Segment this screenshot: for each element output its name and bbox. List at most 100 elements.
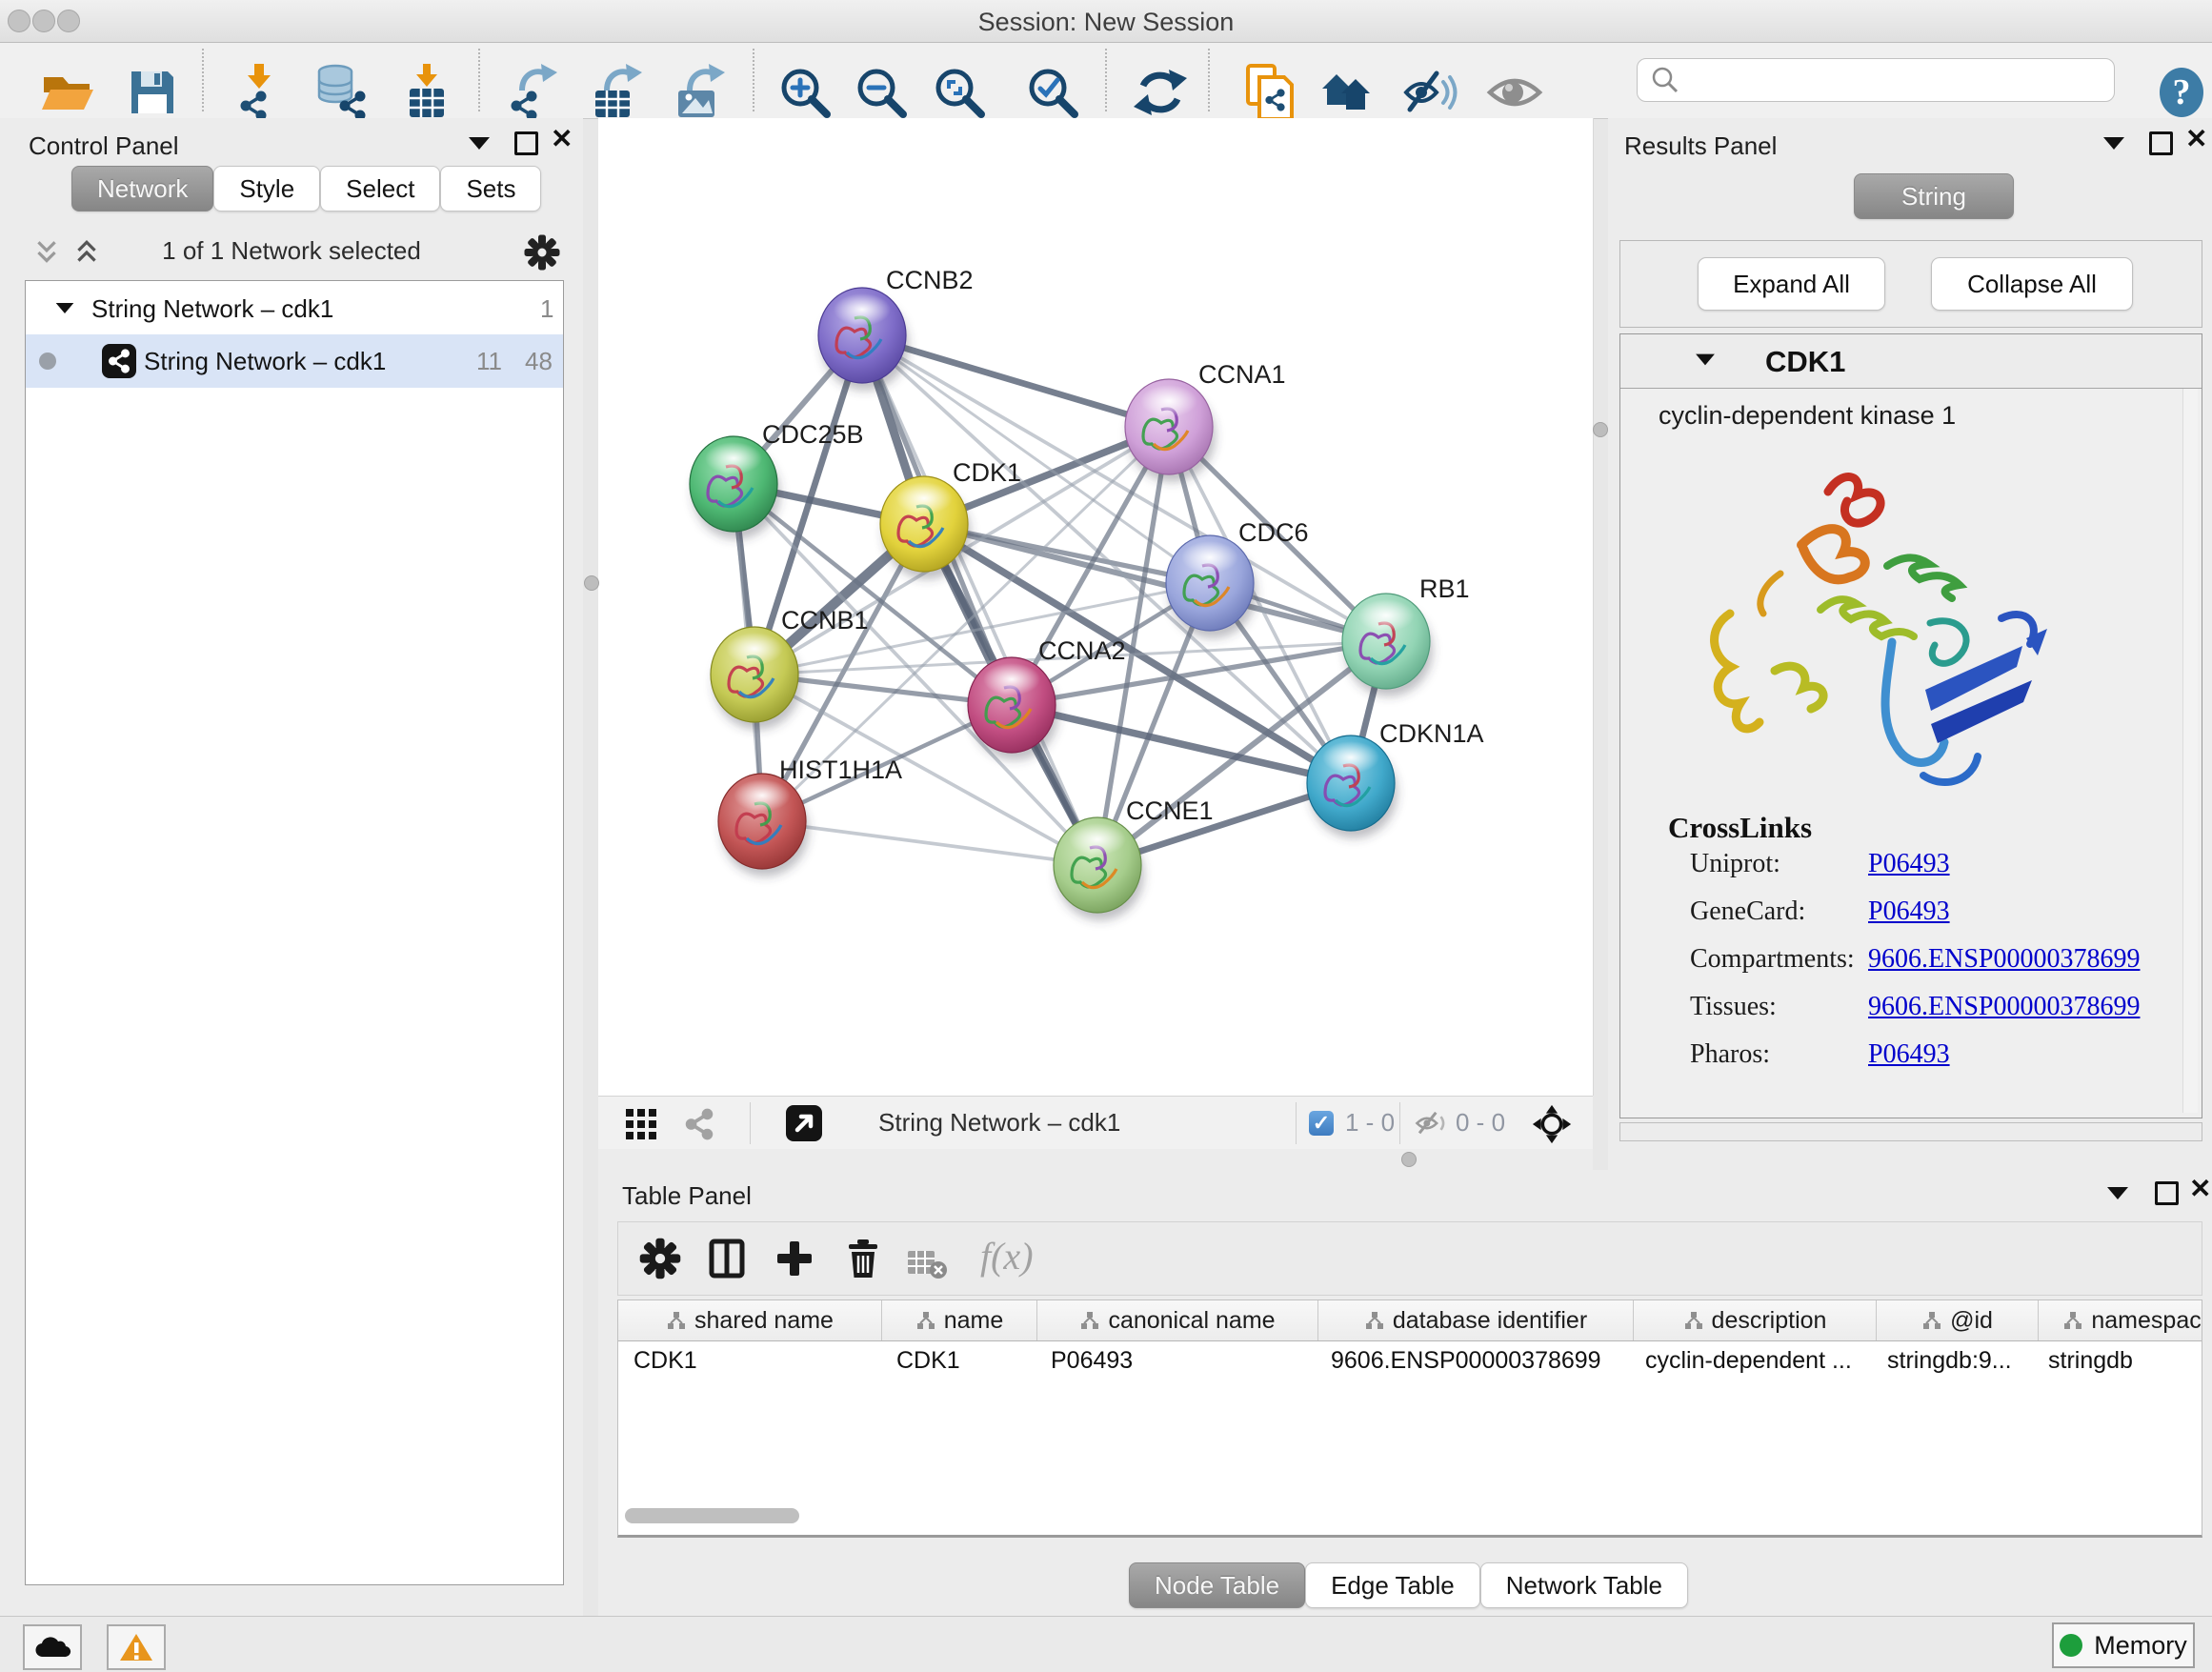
fit-selected-crosshair-icon[interactable] bbox=[1532, 1104, 1572, 1144]
section-collapse-icon[interactable] bbox=[1696, 354, 1715, 366]
network-row-selected[interactable]: String Network – cdk1 11 48 bbox=[26, 334, 563, 388]
tab-sets[interactable]: Sets bbox=[440, 166, 541, 212]
table-cell[interactable]: stringdb bbox=[2033, 1341, 2202, 1380]
table-options-gear-icon[interactable] bbox=[639, 1238, 681, 1279]
control-panel-float-icon[interactable] bbox=[514, 131, 538, 155]
delete-table-icon[interactable] bbox=[906, 1243, 948, 1285]
network-edge[interactable] bbox=[862, 335, 1097, 865]
network-single-view-icon[interactable] bbox=[681, 1106, 717, 1142]
crosslink-link[interactable]: P06493 bbox=[1868, 1039, 1950, 1070]
network-edge[interactable] bbox=[762, 821, 1097, 865]
zoom-in-icon[interactable] bbox=[774, 62, 835, 123]
export-network-icon[interactable] bbox=[499, 62, 560, 123]
crosslink-link[interactable]: 9606.ENSP00000378699 bbox=[1868, 944, 2140, 975]
graphics-details-eye-icon[interactable] bbox=[1484, 62, 1545, 123]
network-canvas[interactable]: CCNB2CCNA1CDC25BCDK1CDC6RB1CCNB1CCNA2CDK… bbox=[598, 118, 1594, 1096]
network-graph[interactable]: CCNB2CCNA1CDC25BCDK1CDC6RB1CCNB1CCNA2CDK… bbox=[598, 118, 1593, 1096]
import-table-icon[interactable] bbox=[396, 62, 457, 123]
cdk1-section-header[interactable]: CDK1 bbox=[1620, 334, 2202, 389]
horizontal-splitter[interactable] bbox=[598, 1149, 1593, 1170]
show-columns-icon[interactable] bbox=[706, 1238, 748, 1279]
table-row[interactable]: CDK1CDK1P064939606.ENSP00000378699cyclin… bbox=[618, 1341, 2202, 1380]
column-header-name[interactable]: name bbox=[882, 1300, 1037, 1340]
tab-network-table[interactable]: Network Table bbox=[1480, 1562, 1688, 1608]
duplicate-network-icon[interactable] bbox=[1237, 62, 1297, 123]
results-panel-menu-icon[interactable] bbox=[2103, 137, 2124, 150]
memory-button[interactable]: Memory bbox=[2052, 1622, 2195, 1668]
create-column-plus-icon[interactable] bbox=[774, 1238, 815, 1279]
network-edge[interactable] bbox=[924, 524, 1386, 641]
network-node-CDKN1A[interactable] bbox=[1307, 735, 1398, 838]
tab-select[interactable]: Select bbox=[320, 166, 440, 212]
control-panel-close-icon[interactable]: ✕ bbox=[551, 130, 573, 149]
cloud-status-button[interactable] bbox=[23, 1624, 82, 1670]
zoom-selected-icon[interactable] bbox=[1022, 62, 1083, 123]
column-header-description[interactable]: description bbox=[1634, 1300, 1877, 1340]
export-table-icon[interactable] bbox=[584, 62, 645, 123]
zoom-out-icon[interactable] bbox=[851, 62, 912, 123]
table-cell[interactable]: cyclin-dependent ... bbox=[1630, 1341, 1872, 1380]
tab-style[interactable]: Style bbox=[213, 166, 320, 212]
column-header-canonical-name[interactable]: canonical name bbox=[1037, 1300, 1318, 1340]
expand-all-button[interactable]: Expand All bbox=[1698, 257, 1885, 311]
right-splitter-handle[interactable] bbox=[1593, 422, 1608, 437]
column-header-shared-name[interactable]: shared name bbox=[618, 1300, 882, 1340]
network-grid-view-icon[interactable] bbox=[624, 1107, 658, 1141]
search-input[interactable] bbox=[1689, 62, 2114, 98]
table-horizontal-scrollbar[interactable] bbox=[625, 1508, 799, 1523]
table-cell[interactable]: CDK1 bbox=[881, 1341, 1036, 1380]
crosslink-link[interactable]: P06493 bbox=[1868, 849, 1950, 879]
crosslink-link[interactable]: P06493 bbox=[1868, 896, 1950, 927]
zoom-fit-icon[interactable] bbox=[929, 62, 990, 123]
tab-string[interactable]: String bbox=[1854, 173, 2014, 219]
column-header-namespace[interactable]: namespace bbox=[2039, 1300, 2202, 1340]
warning-status-button[interactable] bbox=[107, 1624, 166, 1670]
network-collection-row[interactable]: String Network – cdk1 1 bbox=[26, 285, 563, 332]
network-node-CDC25B[interactable] bbox=[690, 436, 780, 539]
table-cell[interactable]: P06493 bbox=[1036, 1341, 1316, 1380]
first-neighbors-icon[interactable] bbox=[1315, 62, 1376, 123]
control-panel-menu-icon[interactable] bbox=[469, 137, 490, 150]
network-node-CCNA1[interactable] bbox=[1125, 379, 1216, 482]
table-panel-float-icon[interactable] bbox=[2155, 1181, 2179, 1205]
detach-view-icon[interactable] bbox=[786, 1105, 822, 1141]
hidden-items-eye-slash-icon[interactable] bbox=[1414, 1109, 1450, 1138]
table-panel-menu-icon[interactable] bbox=[2107, 1187, 2128, 1199]
table-cell[interactable]: CDK1 bbox=[618, 1341, 881, 1380]
hide-selected-eye-slash-icon[interactable] bbox=[1400, 62, 1461, 123]
help-icon[interactable]: ? bbox=[2151, 62, 2212, 123]
column-header-database-identifier[interactable]: database identifier bbox=[1318, 1300, 1634, 1340]
network-node-CCNB2[interactable] bbox=[818, 288, 909, 391]
crosslink-link[interactable]: 9606.ENSP00000378699 bbox=[1868, 992, 2140, 1022]
table-panel-close-icon[interactable]: ✕ bbox=[2189, 1179, 2211, 1199]
results-panel-close-icon[interactable]: ✕ bbox=[2185, 130, 2207, 149]
network-edge[interactable] bbox=[1012, 705, 1351, 783]
table-cell[interactable]: stringdb:9... bbox=[1872, 1341, 2033, 1380]
left-splitter-handle[interactable] bbox=[584, 575, 599, 591]
splitter-handle[interactable] bbox=[1401, 1152, 1417, 1167]
tab-network[interactable]: Network bbox=[71, 166, 213, 212]
table-cell[interactable]: 9606.ENSP00000378699 bbox=[1316, 1341, 1630, 1380]
search-field[interactable] bbox=[1637, 58, 2115, 102]
network-node-CCNE1[interactable] bbox=[1054, 817, 1144, 920]
import-database-icon[interactable] bbox=[309, 62, 370, 123]
import-network-icon[interactable] bbox=[229, 62, 290, 123]
collection-expand-icon[interactable] bbox=[56, 303, 74, 313]
export-image-icon[interactable] bbox=[667, 62, 728, 123]
results-scrollbar[interactable] bbox=[2182, 389, 2198, 1113]
node-table[interactable]: shared namenamecanonical namedatabase id… bbox=[617, 1299, 2202, 1538]
network-node-CDK1[interactable] bbox=[880, 476, 971, 579]
open-session-icon[interactable] bbox=[36, 62, 97, 123]
network-node-RB1[interactable] bbox=[1342, 594, 1433, 696]
network-node-CDC6[interactable] bbox=[1166, 535, 1257, 638]
tab-edge-table[interactable]: Edge Table bbox=[1305, 1562, 1480, 1608]
selected-nodes-checkbox[interactable]: ✓ bbox=[1309, 1111, 1334, 1136]
results-panel-float-icon[interactable] bbox=[2149, 131, 2173, 155]
delete-column-trash-icon[interactable] bbox=[842, 1238, 884, 1279]
column-header--id[interactable]: @id bbox=[1877, 1300, 2039, 1340]
network-options-gear-icon[interactable] bbox=[524, 234, 560, 271]
collapse-all-button[interactable]: Collapse All bbox=[1931, 257, 2133, 311]
save-session-icon[interactable] bbox=[122, 62, 183, 123]
refresh-view-icon[interactable] bbox=[1130, 62, 1191, 123]
tab-node-table[interactable]: Node Table bbox=[1129, 1562, 1305, 1608]
